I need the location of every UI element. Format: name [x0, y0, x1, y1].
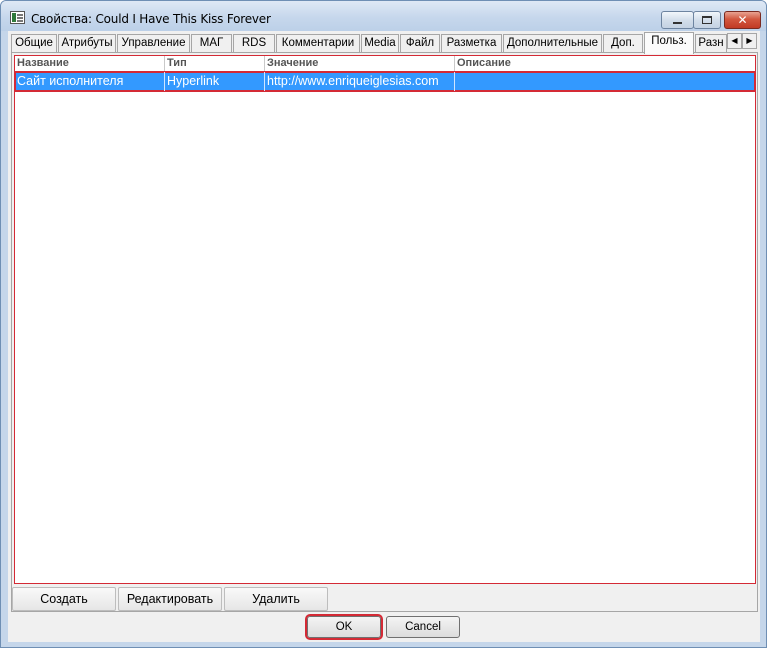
tab-additional[interactable]: Дополнительные [503, 34, 602, 53]
maximize-icon [702, 16, 712, 24]
cell-type: Hyperlink [165, 72, 265, 91]
cell-value: http://www.enriqueiglesias.com [265, 72, 455, 91]
minimize-icon [673, 22, 682, 24]
tab-custom[interactable]: Польз. [644, 32, 694, 54]
tab-scroll-left-button[interactable]: ◀ [727, 33, 742, 49]
maximize-button[interactable] [693, 11, 721, 29]
custom-fields-list[interactable]: Название Тип Значение Описание Сайт испо… [14, 55, 756, 584]
cancel-button[interactable]: Cancel [386, 616, 460, 638]
tab-strip: Общие Атрибуты Управление MAГ RDS Коммен… [8, 31, 760, 54]
table-row[interactable]: Сайт исполнителя Hyperlink http://www.en… [14, 71, 756, 92]
custom-tab-panel: Название Тип Значение Описание Сайт испо… [11, 52, 758, 612]
column-header-value[interactable]: Значение [265, 56, 455, 71]
delete-button[interactable]: Удалить [224, 587, 328, 611]
properties-app-icon [10, 11, 25, 24]
tab-attributes[interactable]: Атрибуты [58, 34, 116, 53]
tab-rds[interactable]: RDS [233, 34, 275, 53]
tab-misc[interactable]: Разн [695, 34, 727, 53]
list-header: Название Тип Значение Описание [15, 56, 755, 71]
column-header-description[interactable]: Описание [455, 56, 755, 71]
arrow-left-icon: ◀ [731, 36, 738, 45]
edit-button[interactable]: Редактировать [118, 587, 222, 611]
create-button[interactable]: Создать [12, 587, 116, 611]
column-header-name[interactable]: Название [15, 56, 165, 71]
close-icon: ✕ [737, 13, 748, 27]
tab-file[interactable]: Файл [400, 34, 440, 53]
tab-mag[interactable]: MAГ [191, 34, 232, 53]
arrow-right-icon: ▶ [746, 36, 753, 45]
dialog-client-area: Общие Атрибуты Управление MAГ RDS Коммен… [8, 31, 760, 642]
cell-name: Сайт исполнителя [15, 72, 165, 91]
cell-description [455, 72, 755, 91]
close-button[interactable]: ✕ [724, 11, 761, 29]
tab-general[interactable]: Общие [11, 34, 57, 53]
tab-markup[interactable]: Разметка [441, 34, 502, 53]
tab-comments[interactable]: Комментарии [276, 34, 360, 53]
title-bar[interactable]: Свойства: Could I Have This Kiss Forever… [1, 1, 766, 31]
tab-extra[interactable]: Доп. [603, 34, 643, 53]
ok-button[interactable]: OK [305, 614, 383, 640]
tab-media[interactable]: Media [361, 34, 399, 53]
column-header-type[interactable]: Тип [165, 56, 265, 71]
minimize-button[interactable] [661, 11, 694, 29]
window-title: Свойства: Could I Have This Kiss Forever [31, 12, 271, 26]
properties-window: Свойства: Could I Have This Kiss Forever… [0, 0, 767, 648]
tab-scroll-right-button[interactable]: ▶ [742, 33, 757, 49]
tab-management[interactable]: Управление [117, 34, 190, 53]
